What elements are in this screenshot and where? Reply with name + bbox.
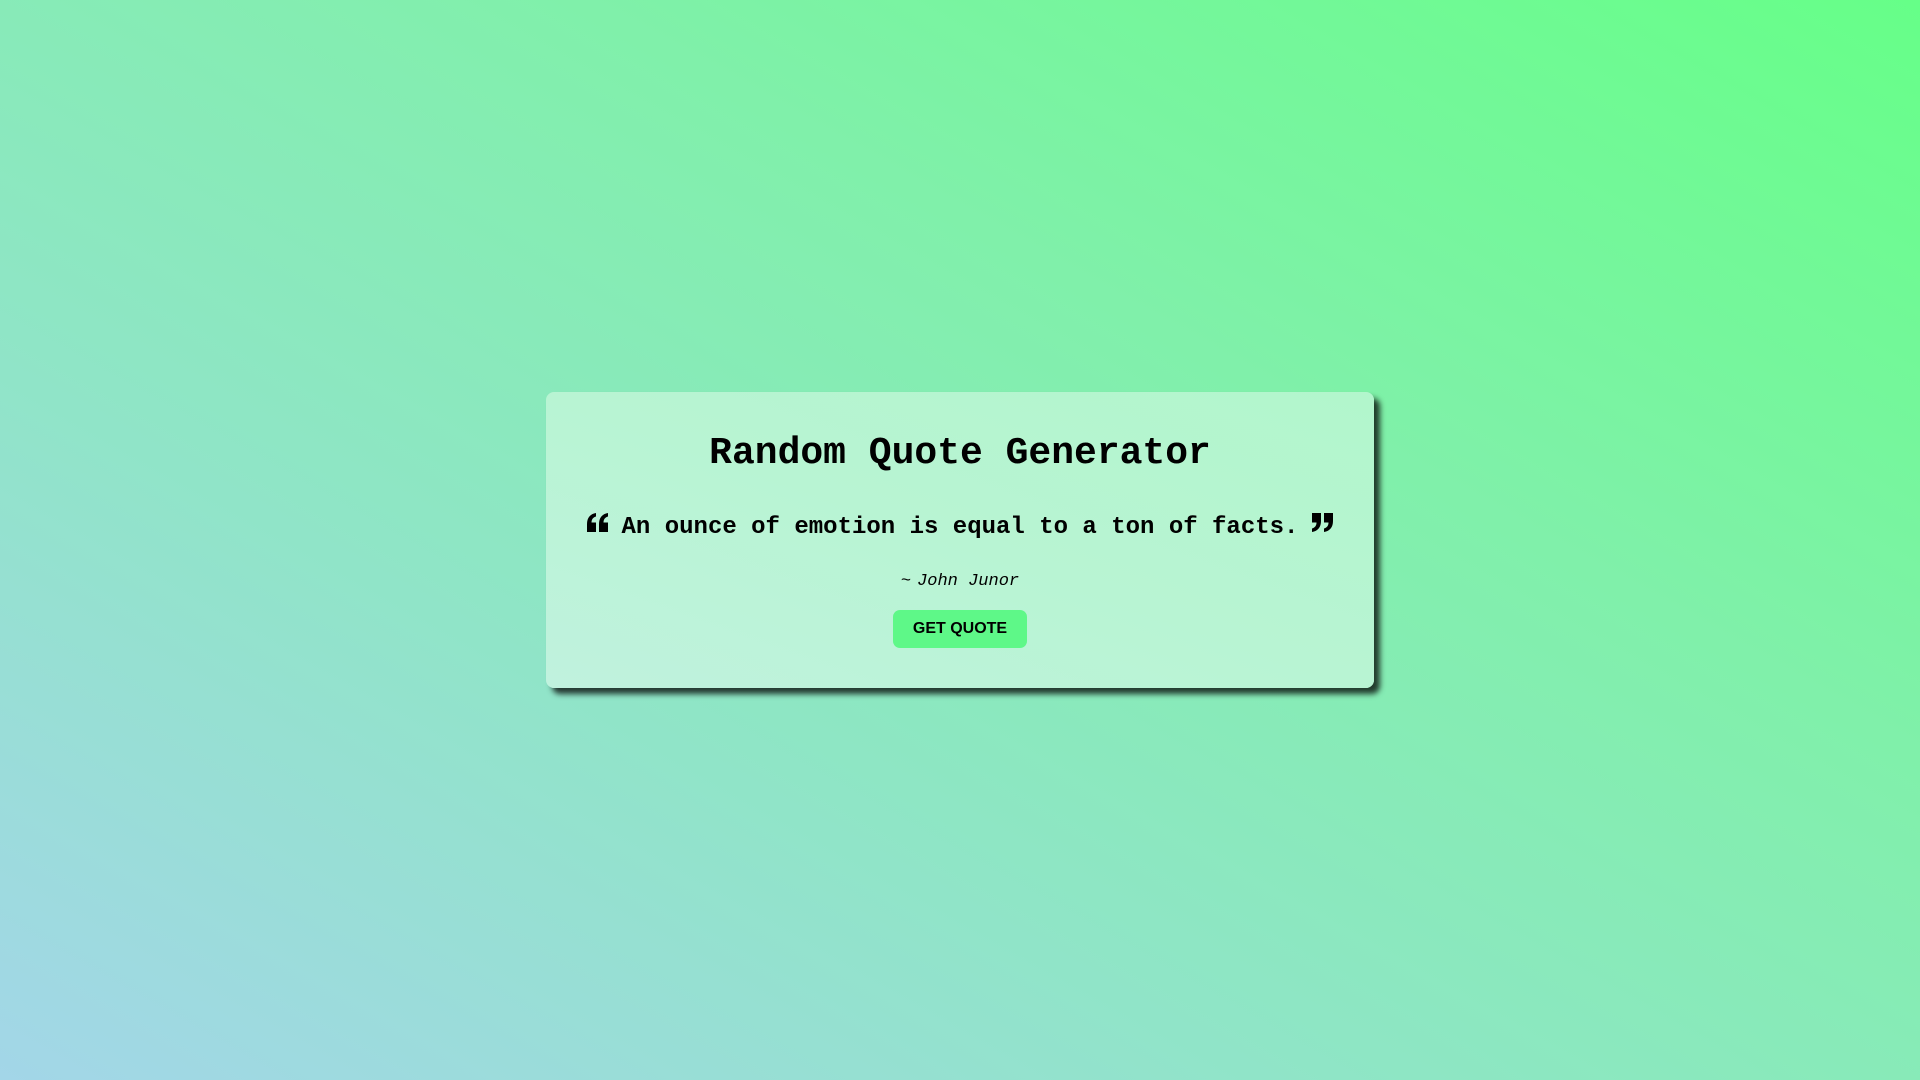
quote-card: Random Quote Generator An ounce of emoti… xyxy=(546,392,1374,688)
quote-right-icon xyxy=(1310,512,1334,534)
get-quote-button[interactable]: GET QUOTE xyxy=(893,610,1027,648)
author-name: John Junor xyxy=(917,572,1020,591)
quote-author: ~ John Junor xyxy=(546,570,1374,594)
quote-left-icon xyxy=(586,512,610,534)
author-prefix: ~ xyxy=(900,572,912,591)
page-title: Random Quote Generator xyxy=(709,432,1211,475)
quote-row: An ounce of emotion is equal to a ton of… xyxy=(546,508,1374,548)
quote-text: An ounce of emotion is equal to a ton of… xyxy=(621,514,1299,541)
